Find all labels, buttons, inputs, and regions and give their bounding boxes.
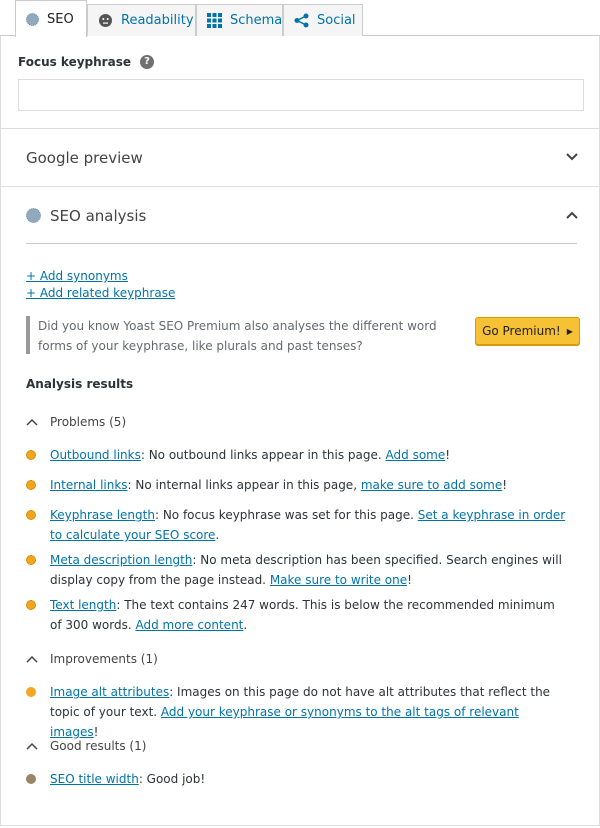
result-item: Outbound links: No outbound links appear… xyxy=(26,445,566,465)
result-action-link[interactable]: Make sure to write one xyxy=(270,573,407,587)
result-end: . xyxy=(215,528,220,542)
analysis-results-heading: Analysis results xyxy=(26,377,134,391)
result-link[interactable]: Image alt attributes xyxy=(50,685,169,699)
divider xyxy=(26,243,577,244)
result-action-link[interactable]: Add more content xyxy=(135,618,243,632)
result-text: : Good job! xyxy=(138,772,206,786)
go-premium-button[interactable]: Go Premium! ▶ xyxy=(475,317,580,345)
result-item: Keyphrase length: No focus keyphrase was… xyxy=(26,505,566,545)
problem-bullet-icon xyxy=(26,510,36,520)
result-link[interactable]: Keyphrase length xyxy=(50,508,155,522)
good-results-toggle[interactable]: Good results (1) xyxy=(26,739,146,753)
caret-right-icon: ▶ xyxy=(566,326,573,336)
grid-icon xyxy=(207,13,222,28)
result-text: : The text contains 247 words. This is b… xyxy=(50,598,555,632)
problem-bullet-icon xyxy=(26,600,36,610)
problems-label: Problems (5) xyxy=(50,415,127,429)
add-synonyms-link[interactable]: + Add synonyms xyxy=(26,269,128,283)
seo-analysis-toggle[interactable]: SEO analysis xyxy=(1,186,599,244)
good-bullet-icon xyxy=(26,774,36,784)
chevron-up-icon xyxy=(26,741,40,751)
focus-keyphrase-input[interactable] xyxy=(18,79,584,111)
chevron-up-icon xyxy=(26,417,40,427)
result-end: ! xyxy=(502,478,508,492)
tab-label: Social xyxy=(317,13,356,28)
result-link[interactable]: Outbound links xyxy=(50,448,141,462)
result-item: SEO title width: Good job! xyxy=(26,769,566,789)
result-end: ! xyxy=(407,573,412,587)
tab-readability[interactable]: Readability xyxy=(87,4,196,36)
seo-score-icon xyxy=(26,208,41,227)
result-item: Internal links: No internal links appear… xyxy=(26,475,566,495)
result-link[interactable]: Internal links xyxy=(50,478,128,492)
tab-label: Readability xyxy=(121,13,194,28)
chevron-down-icon xyxy=(566,153,578,161)
result-item: Image alt attributes: Images on this pag… xyxy=(26,682,566,742)
share-icon xyxy=(294,13,309,28)
improvements-label: Improvements (1) xyxy=(50,652,158,666)
seo-panel: Focus keyphrase ? Google preview SEO ana… xyxy=(0,36,600,826)
seo-score-icon xyxy=(26,12,39,26)
metabox-tabs: SEO Readability Schema Social xyxy=(0,0,600,37)
result-end: ! xyxy=(445,448,451,462)
result-link[interactable]: SEO title width xyxy=(50,772,139,786)
google-preview-label: Google preview xyxy=(26,149,143,167)
result-text: : No outbound links appear in this page. xyxy=(140,448,386,462)
tab-seo[interactable]: SEO xyxy=(15,0,87,37)
tab-label: SEO xyxy=(47,11,74,27)
problem-bullet-icon xyxy=(26,450,36,460)
result-action-link[interactable]: Add some xyxy=(386,448,446,462)
problem-bullet-icon xyxy=(26,555,36,565)
chevron-up-icon xyxy=(566,211,578,219)
result-item: Text length: The text contains 247 words… xyxy=(26,595,566,635)
premium-notice: Did you know Yoast SEO Premium also anal… xyxy=(26,316,580,354)
premium-notice-text: Did you know Yoast SEO Premium also anal… xyxy=(38,319,437,353)
problems-toggle[interactable]: Problems (5) xyxy=(26,415,126,429)
focus-keyphrase-text: Focus keyphrase xyxy=(18,55,131,69)
tab-label: Schema xyxy=(230,13,283,28)
chevron-up-icon xyxy=(26,654,40,664)
tab-social[interactable]: Social xyxy=(283,4,363,36)
help-icon[interactable]: ? xyxy=(139,55,154,69)
problem-bullet-icon xyxy=(26,480,36,490)
tab-schema[interactable]: Schema xyxy=(196,4,283,36)
add-related-keyphrase-link[interactable]: + Add related keyphrase xyxy=(26,286,175,300)
improvements-toggle[interactable]: Improvements (1) xyxy=(26,652,158,666)
google-preview-toggle[interactable]: Google preview xyxy=(1,128,599,186)
result-item: Meta description length: No meta descrip… xyxy=(26,550,566,590)
go-premium-label: Go Premium! xyxy=(482,324,561,338)
improvement-bullet-icon xyxy=(26,687,36,697)
smiley-icon xyxy=(98,13,113,28)
seo-analysis-label: SEO analysis xyxy=(50,207,147,225)
result-end: . xyxy=(243,618,248,632)
result-link[interactable]: Meta description length xyxy=(50,553,192,567)
result-link[interactable]: Text length xyxy=(50,598,116,612)
result-text: : No internal links appear in this page, xyxy=(127,478,361,492)
result-end: ! xyxy=(93,725,99,739)
good-results-label: Good results (1) xyxy=(50,739,147,753)
result-action-link[interactable]: make sure to add some xyxy=(361,478,502,492)
result-text: : No focus keyphrase was set for this pa… xyxy=(154,508,418,522)
focus-keyphrase-label: Focus keyphrase ? xyxy=(18,55,154,69)
